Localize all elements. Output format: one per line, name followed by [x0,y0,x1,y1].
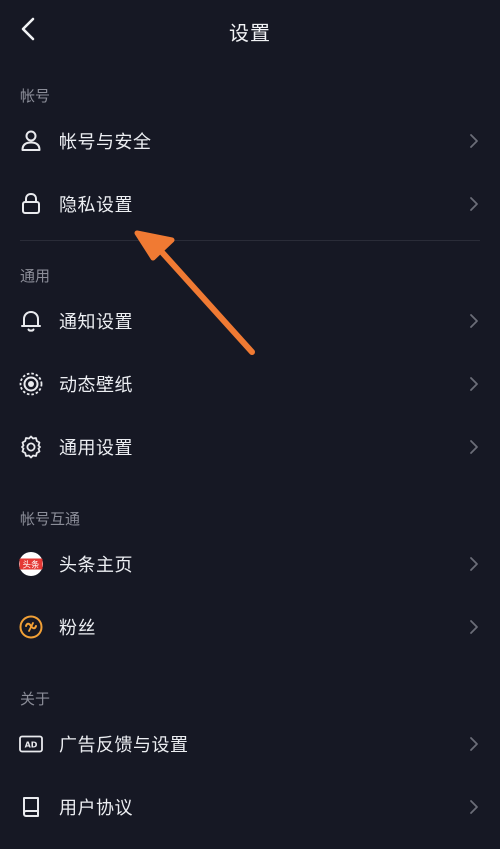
ad-badge-text: AD [25,741,38,750]
chevron-right-icon [470,620,478,634]
menu-item-label: 通用设置 [59,438,133,459]
page-title: 设置 [229,21,271,45]
chevron-right-icon [470,737,478,751]
fans-icon [19,615,43,639]
toutiao-icon: 头条 [19,552,43,576]
menu-item-notification-settings[interactable]: 通知设置 [0,294,500,348]
menu-item-label: 广告反馈与设置 [59,735,189,756]
chevron-right-icon [470,440,478,454]
live-wallpaper-icon [19,372,43,396]
menu-item-label: 隐私设置 [59,195,133,216]
chevron-right-icon [470,800,478,814]
bell-icon [21,311,41,332]
menu-item-toutiao-homepage[interactable]: 头条 头条主页 [0,537,500,591]
menu-item-label: 动态壁纸 [59,375,133,396]
section-label-account: 帐号 [20,87,51,105]
chevron-right-icon [470,197,478,211]
menu-item-live-wallpaper[interactable]: 动态壁纸 [0,357,500,411]
lock-icon [22,192,40,214]
section-label-linked-accounts: 帐号互通 [20,510,81,528]
menu-item-label: 通知设置 [59,312,133,333]
menu-item-user-agreement[interactable]: 用户协议 [0,780,500,834]
menu-item-label: 粉丝 [59,618,96,639]
gear-icon [21,435,41,459]
menu-item-general-settings[interactable]: 通用设置 [0,420,500,474]
section-label-about: 关于 [20,690,51,708]
chevron-right-icon [470,314,478,328]
toutiao-badge-text: 头条 [22,559,40,570]
menu-item-privacy-settings[interactable]: 隐私设置 [0,177,500,231]
chevron-right-icon [470,557,478,571]
chevron-right-icon [470,377,478,391]
book-icon [23,797,39,817]
user-icon [21,130,41,151]
ad-icon: AD [19,735,43,753]
section-divider [20,240,480,241]
chevron-right-icon [470,134,478,148]
menu-item-label: 用户协议 [59,798,133,819]
menu-item-account-security[interactable]: 帐号与安全 [0,114,500,168]
menu-item-label: 头条主页 [59,555,133,576]
top-bar: 设置 [0,0,500,62]
section-label-general: 通用 [20,267,51,285]
menu-item-fans[interactable]: 粉丝 [0,600,500,654]
menu-item-ad-feedback-settings[interactable]: AD 广告反馈与设置 [0,717,500,771]
menu-item-label: 帐号与安全 [59,132,152,153]
